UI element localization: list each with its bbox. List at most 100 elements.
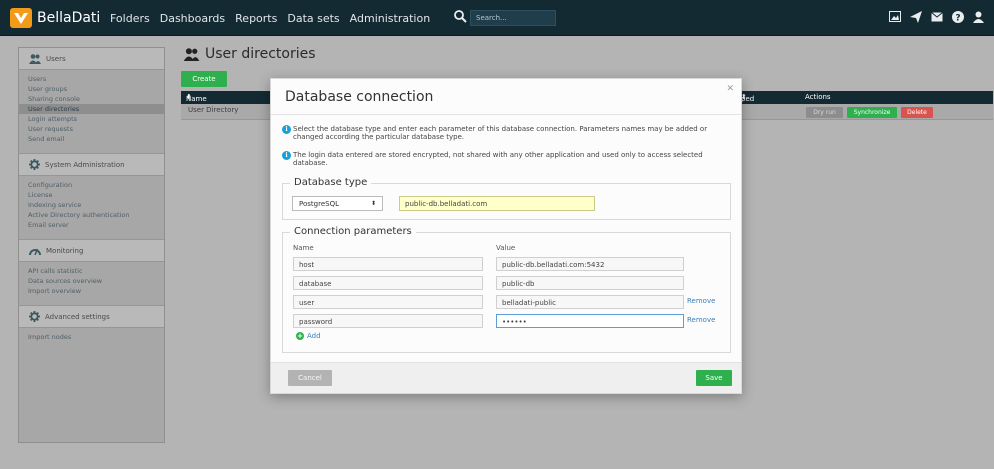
- remove-user-link[interactable]: Remove: [687, 297, 715, 305]
- image-icon[interactable]: [887, 9, 902, 24]
- app-name: BellaDati: [37, 10, 101, 26]
- sidebar-advanced-links: Import nodes: [19, 328, 164, 345]
- param-value-user[interactable]: belladati-public: [496, 295, 684, 309]
- sidebar-system-block: System Administration Configuration Lice…: [19, 153, 164, 233]
- param-value-database[interactable]: public-db: [496, 276, 684, 290]
- sidebar-item-active-directory[interactable]: Active Directory authentication: [19, 210, 164, 220]
- sidebar-item-user-groups[interactable]: User groups: [19, 84, 164, 94]
- page-title: User directories: [183, 46, 316, 62]
- sidebar-item-indexing-service[interactable]: Indexing service: [19, 200, 164, 210]
- chevron-down-icon: ⬍: [370, 200, 376, 207]
- synchronize-button[interactable]: Synchronize: [847, 107, 897, 118]
- value-column-label: Value: [496, 244, 516, 252]
- sidebar-monitoring-block: Monitoring API calls statistic Data sour…: [19, 239, 164, 299]
- page-title-text: User directories: [205, 46, 316, 62]
- param-name-database[interactable]: database: [293, 276, 483, 290]
- search-input[interactable]: Search...: [470, 10, 556, 26]
- sidebar-system-header: System Administration: [19, 154, 164, 176]
- param-name-password[interactable]: password: [293, 314, 483, 328]
- create-button[interactable]: Create: [181, 71, 227, 87]
- send-icon[interactable]: [908, 9, 923, 24]
- remove-password-link[interactable]: Remove: [687, 316, 715, 324]
- sidebar-item-license[interactable]: License: [19, 190, 164, 200]
- svg-text:?: ?: [955, 13, 960, 23]
- sidebar-item-import-nodes[interactable]: Import nodes: [19, 332, 164, 342]
- dialog-title: Database connection: [285, 89, 434, 105]
- users-icon: [183, 47, 200, 61]
- connection-parameters-legend: Connection parameters: [290, 226, 416, 237]
- sidebar-item-send-email[interactable]: Send email: [19, 134, 164, 144]
- gear-icon: [29, 311, 40, 322]
- info-text-1: Select the database type and enter each …: [293, 125, 708, 141]
- top-icons: ?: [887, 9, 986, 24]
- sidebar-item-import-overview[interactable]: Import overview: [19, 286, 164, 296]
- param-name-host[interactable]: host: [293, 257, 483, 271]
- database-type-select[interactable]: PostgreSQL ⬍: [292, 196, 383, 211]
- sidebar-users-block: Users Users User groups Sharing console …: [19, 48, 164, 147]
- info-message-1: i Select the database type and enter eac…: [282, 125, 737, 141]
- sidebar-item-sharing-console[interactable]: Sharing console: [19, 94, 164, 104]
- dry-run-button[interactable]: Dry run: [806, 107, 843, 118]
- sidebar-item-login-attempts[interactable]: Login attempts: [19, 114, 164, 124]
- sidebar-system-title: System Administration: [45, 160, 125, 169]
- gauge-icon: [29, 248, 41, 255]
- database-type-legend: Database type: [290, 177, 372, 188]
- info-text-2: The login data entered are stored encryp…: [293, 151, 703, 167]
- sidebar-item-data-sources[interactable]: Data sources overview: [19, 276, 164, 286]
- database-connection-dialog: Database connection ✕ i Select the datab…: [270, 78, 742, 394]
- gear-icon: [29, 159, 40, 170]
- top-navigation-bar: BellaDati Folders Dashboards Reports Dat…: [0, 0, 994, 36]
- nav-dashboards[interactable]: Dashboards: [160, 12, 225, 25]
- sidebar-users-header: Users: [19, 48, 164, 70]
- sidebar-item-users[interactable]: Users: [19, 74, 164, 84]
- sidebar-advanced-header: Advanced settings: [19, 306, 164, 328]
- info-icon: i: [282, 125, 291, 134]
- belladati-logo-icon: [10, 8, 32, 28]
- dialog-footer: Cancel Save: [271, 362, 741, 393]
- help-icon[interactable]: ?: [950, 9, 965, 24]
- param-name-user[interactable]: user: [293, 295, 483, 309]
- nav-data-sets[interactable]: Data sets: [287, 12, 339, 25]
- user-icon[interactable]: [971, 9, 986, 24]
- sidebar-item-user-requests[interactable]: User requests: [19, 124, 164, 134]
- sidebar-item-user-directories[interactable]: User directories: [19, 104, 164, 114]
- sidebar-item-email-server[interactable]: Email server: [19, 220, 164, 230]
- sidebar-item-api-calls[interactable]: API calls statistic: [19, 266, 164, 276]
- database-host-input[interactable]: public-db.belladati.com: [399, 196, 595, 211]
- nav-administration[interactable]: Administration: [350, 12, 431, 25]
- main-nav: Folders Dashboards Reports Data sets Adm…: [110, 12, 430, 25]
- sidebar-item-configuration[interactable]: Configuration: [19, 180, 164, 190]
- sidebar-advanced-block: Advanced settings Import nodes: [19, 305, 164, 345]
- col-actions-header: Actions: [805, 93, 831, 101]
- sidebar-monitoring-header: Monitoring: [19, 240, 164, 262]
- search-icon[interactable]: [453, 9, 467, 23]
- connection-parameters-fieldset: Connection parameters Name Value host pu…: [282, 226, 731, 353]
- cancel-button[interactable]: Cancel: [288, 370, 332, 386]
- nav-reports[interactable]: Reports: [235, 12, 277, 25]
- mail-icon[interactable]: [929, 9, 944, 24]
- sidebar-monitoring-title: Monitoring: [46, 246, 84, 255]
- add-parameter-label: Add: [307, 332, 321, 340]
- plus-icon: +: [296, 332, 304, 340]
- sidebar-advanced-title: Advanced settings: [45, 312, 110, 321]
- param-value-password[interactable]: ••••••: [496, 314, 684, 328]
- database-type-fieldset: Database type PostgreSQL ⬍ public-db.bel…: [282, 177, 731, 220]
- nav-folders[interactable]: Folders: [110, 12, 150, 25]
- users-icon: [29, 53, 41, 64]
- save-button[interactable]: Save: [696, 370, 732, 386]
- app-logo[interactable]: BellaDati: [10, 8, 100, 28]
- sidebar-users-title: Users: [46, 54, 66, 63]
- delete-button[interactable]: Delete: [901, 107, 933, 118]
- dialog-divider: [271, 114, 741, 115]
- sidebar-system-links: Configuration License Indexing service A…: [19, 176, 164, 233]
- col-name-header[interactable]: Name ⬍: [186, 93, 207, 103]
- close-icon[interactable]: ✕: [726, 84, 734, 94]
- row-name-cell[interactable]: User Directory: [188, 106, 238, 114]
- add-parameter-link[interactable]: + Add: [296, 332, 321, 340]
- sidebar-users-links: Users User groups Sharing console User d…: [19, 70, 164, 147]
- param-value-host[interactable]: public-db.belladati.com:5432: [496, 257, 684, 271]
- info-icon: i: [282, 151, 291, 160]
- sidebar-monitoring-links: API calls statistic Data sources overvie…: [19, 262, 164, 299]
- admin-sidebar: Users Users User groups Sharing console …: [18, 47, 165, 443]
- name-column-label: Name: [293, 244, 314, 252]
